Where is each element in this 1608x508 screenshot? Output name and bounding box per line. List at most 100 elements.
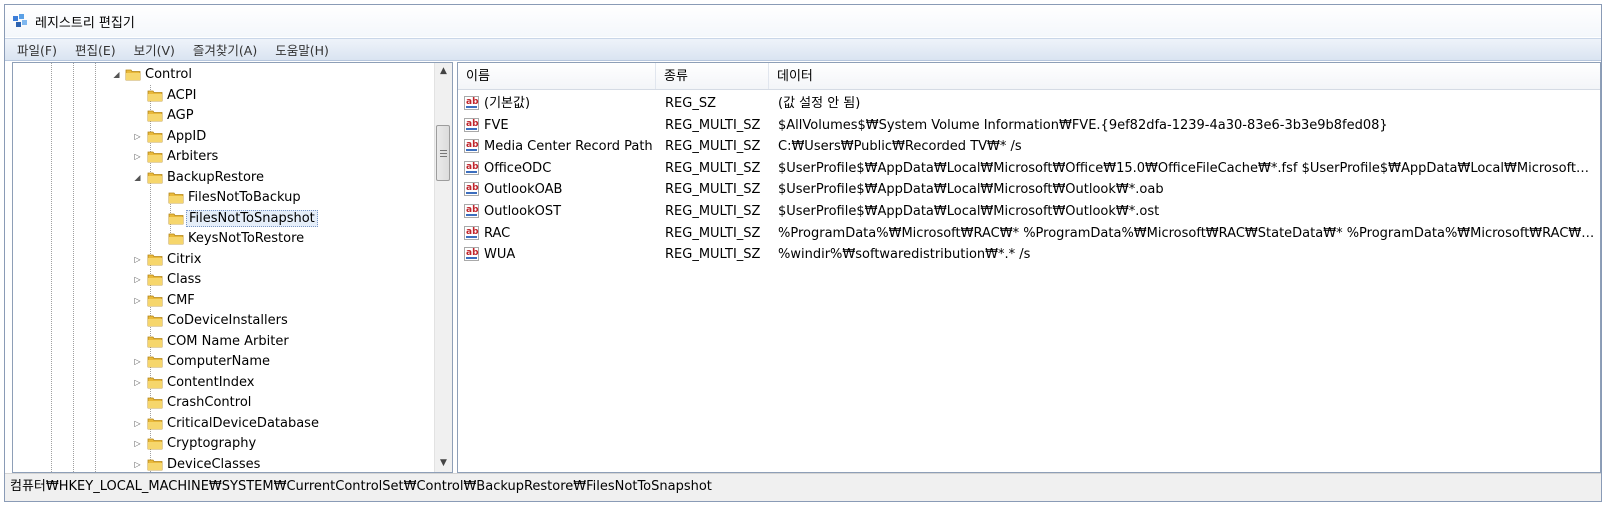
tree-item-label[interactable]: FilesNotToBackup — [186, 189, 303, 206]
folder-icon — [147, 131, 163, 142]
tree-item[interactable]: AGP — [13, 106, 435, 126]
column-header-name[interactable]: 이름 — [458, 63, 656, 89]
tree-item-label[interactable]: DeviceClasses — [165, 456, 262, 473]
folder-icon — [147, 377, 163, 388]
tree-item[interactable]: ▷ Class — [13, 270, 435, 290]
expand-arrow-icon[interactable]: ▷ — [133, 275, 142, 284]
tree-item-label[interactable]: ACPI — [165, 87, 198, 104]
string-value-icon: ab — [464, 182, 479, 197]
value-name: Media Center Record Path — [484, 139, 653, 155]
value-name: RAC — [484, 225, 511, 241]
expand-arrow-icon[interactable]: ▷ — [133, 255, 142, 264]
tree-item[interactable]: FilesNotToBackup — [13, 188, 435, 208]
tree-item[interactable]: ▷ DeviceClasses — [13, 455, 435, 473]
tree-item-label[interactable]: Citrix — [165, 251, 203, 268]
tree-item-label[interactable]: AppID — [165, 128, 208, 145]
collapse-arrow-icon[interactable]: ◢ — [133, 173, 142, 182]
window-title: 레지스트리 편집기 — [35, 15, 135, 31]
tree-item[interactable]: COM Name Arbiter — [13, 332, 435, 352]
value-type: REG_MULTI_SZ — [665, 117, 761, 133]
tree-item[interactable]: ▷ AppID — [13, 127, 435, 147]
collapse-arrow-icon[interactable]: ◢ — [112, 70, 121, 79]
folder-icon — [147, 274, 163, 286]
tree-item-label[interactable]: CriticalDeviceDatabase — [165, 415, 321, 432]
folder-icon — [147, 336, 163, 347]
menu-item[interactable]: 보기(V) — [125, 40, 184, 59]
menu-item[interactable]: 편집(E) — [66, 40, 125, 59]
tree-item-label[interactable]: CoDeviceInstallers — [165, 312, 290, 329]
menu-bar: 파일(F) 편집(E) 보기(V) 즐겨찾기(A) 도움말(H) — [5, 38, 1601, 61]
tree-item[interactable]: ▷ CriticalDeviceDatabase — [13, 414, 435, 434]
tree-item-label[interactable]: ComputerName — [165, 353, 272, 370]
tree-item[interactable]: ▷ ComputerName — [13, 352, 435, 372]
tree-vertical-scrollbar[interactable]: ▲ ▼ — [434, 63, 452, 472]
tree-item[interactable]: ▷ CMF — [13, 291, 435, 311]
expand-arrow-icon[interactable]: ▷ — [133, 378, 142, 387]
tree-item-label[interactable]: COM Name Arbiter — [165, 333, 291, 350]
values-list[interactable]: 이름 종류 데이터 ab (기본값) REG_SZ (값 설정 안 됨) ab FVE RE… — [457, 62, 1601, 473]
tree-item-label[interactable]: AGP — [165, 107, 196, 124]
menu-item[interactable]: 파일(F) — [5, 40, 66, 59]
folder-icon — [147, 438, 163, 450]
tree-view: ◢ Control ACPI AGP ▷ AppID ▷ Arbiters ◢ BackupRes… — [13, 63, 435, 472]
value-name: OutlookOAB — [484, 182, 563, 198]
title-bar[interactable]: 레지스트리 편집기 — [5, 5, 1601, 37]
folder-icon — [168, 192, 184, 204]
scroll-down-arrow-icon[interactable]: ▼ — [435, 455, 452, 472]
expand-arrow-icon[interactable]: ▷ — [133, 152, 142, 161]
tree-item-label[interactable]: FilesNotToSnapshot — [186, 209, 318, 227]
tree-item-label[interactable]: Arbiters — [165, 148, 220, 165]
scroll-up-arrow-icon[interactable]: ▲ — [435, 63, 452, 80]
value-row[interactable]: ab WUA REG_MULTI_SZ %windir%₩softwaredistri… — [458, 244, 1600, 265]
folder-icon — [147, 151, 163, 163]
string-value-icon: ab — [464, 225, 479, 240]
status-bar-path: 컴퓨터₩HKEY_LOCAL_MACHINE₩SYSTEM₩CurrentCon… — [5, 473, 1601, 501]
value-type: REG_MULTI_SZ — [665, 225, 761, 241]
tree-item[interactable]: ▷ Arbiters — [13, 147, 435, 167]
tree-item[interactable]: FilesNotToSnapshot — [13, 209, 435, 229]
value-data: %ProgramData%₩Microsoft₩RAC₩* %ProgramDa… — [778, 225, 1600, 241]
folder-icon — [147, 315, 163, 327]
value-name: OutlookOST — [484, 204, 562, 219]
value-row[interactable]: ab Media Center Record Path REG_MULTI_SZ C:… — [458, 136, 1600, 157]
tree-item[interactable]: ▷ Citrix — [13, 250, 435, 270]
value-row[interactable]: ab OfficeODC REG_MULTI_SZ $UserProfile$₩App… — [458, 158, 1600, 179]
value-row[interactable]: ab RAC REG_MULTI_SZ %ProgramData%₩Microsoft… — [458, 223, 1600, 244]
tree-item-label[interactable]: Cryptography — [165, 435, 258, 452]
column-header-data[interactable]: 데이터 — [769, 63, 1600, 89]
expand-arrow-icon[interactable]: ▷ — [133, 419, 142, 428]
value-row[interactable]: ab OutlookOST REG_MULTI_SZ $UserProfile$₩Ap… — [458, 201, 1600, 222]
registry-key-tree[interactable]: ◢ Control ACPI AGP ▷ AppID ▷ Arbiters ◢ BackupRes… — [12, 62, 453, 473]
value-row[interactable]: ab OutlookOAB REG_MULTI_SZ $UserProfile$₩Ap… — [458, 179, 1600, 200]
value-row[interactable]: ab (기본값) REG_SZ (값 설정 안 됨) — [458, 93, 1600, 114]
tree-item-label[interactable]: ContentIndex — [165, 374, 257, 391]
tree-item[interactable]: ▷ ContentIndex — [13, 373, 435, 393]
tree-item-label[interactable]: KeysNotToRestore — [186, 230, 306, 247]
tree-item[interactable]: ◢ Control — [13, 65, 435, 85]
menu-item[interactable]: 도움말(H) — [266, 40, 338, 59]
tree-item[interactable]: CrashControl — [13, 393, 435, 413]
menu-item[interactable]: 즐겨찾기(A) — [184, 40, 266, 59]
string-value-icon: ab — [464, 117, 479, 132]
value-data: %windir%₩softwaredistribution₩*.* /s — [778, 247, 1031, 263]
expand-arrow-icon[interactable]: ▷ — [133, 460, 142, 469]
expand-arrow-icon[interactable]: ▷ — [133, 439, 142, 448]
expand-arrow-icon[interactable]: ▷ — [133, 296, 142, 305]
value-data: $UserProfile$₩AppData₩Local₩Microsoft₩Ou… — [778, 204, 1160, 219]
value-row[interactable]: ab FVE REG_MULTI_SZ $AllVolumes$₩System Vol… — [458, 115, 1600, 136]
tree-item-label[interactable]: Control — [143, 66, 194, 83]
tree-item[interactable]: CoDeviceInstallers — [13, 311, 435, 331]
tree-item[interactable]: ◢ BackupRestore — [13, 168, 435, 188]
tree-item[interactable]: KeysNotToRestore — [13, 229, 435, 249]
tree-item-label[interactable]: BackupRestore — [165, 169, 266, 186]
tree-item[interactable]: ▷ Cryptography — [13, 434, 435, 454]
folder-icon — [168, 213, 184, 224]
tree-item-label[interactable]: CrashControl — [165, 394, 253, 411]
expand-arrow-icon[interactable]: ▷ — [133, 132, 142, 141]
expand-arrow-icon[interactable]: ▷ — [133, 357, 142, 366]
tree-item-label[interactable]: Class — [165, 271, 203, 288]
scrollbar-thumb[interactable] — [436, 125, 450, 181]
column-header-type[interactable]: 종류 — [656, 63, 769, 89]
tree-item-label[interactable]: CMF — [165, 292, 197, 309]
tree-item[interactable]: ACPI — [13, 86, 435, 106]
